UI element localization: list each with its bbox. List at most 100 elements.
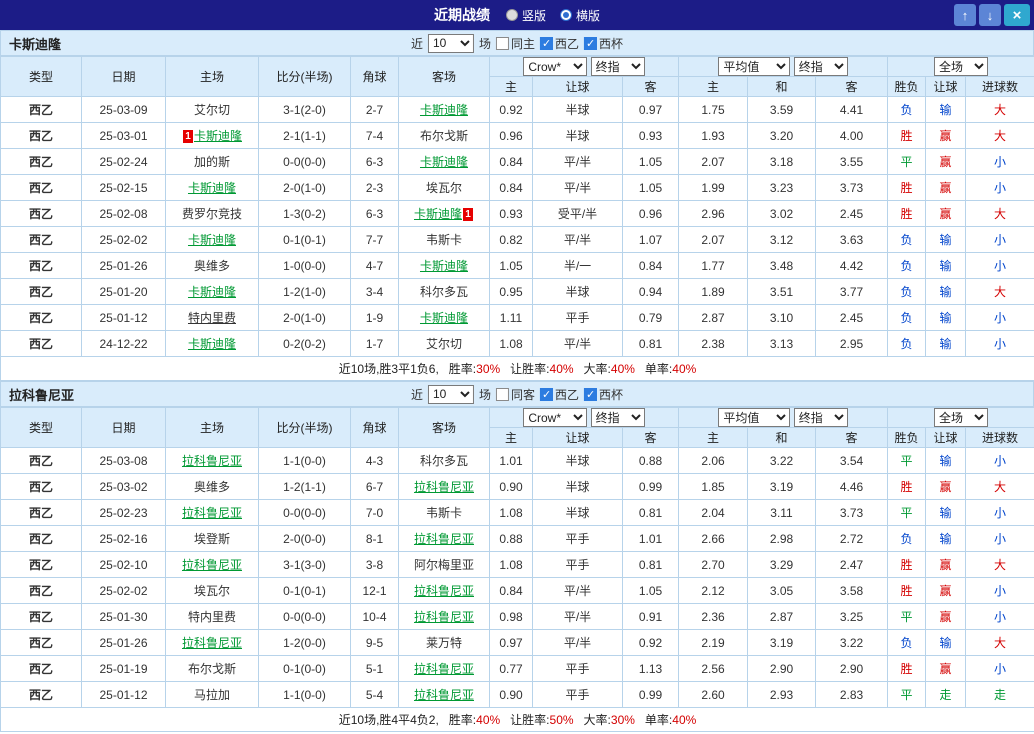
home-team-link[interactable]: 卡斯迪隆 [188,181,236,195]
asian-home-odds: 1.01 [489,447,533,474]
home-team-link[interactable]: 埃瓦尔 [194,584,230,598]
odds-company-select[interactable]: Crow* [523,408,588,427]
final-odds-select[interactable]: 终指 [590,408,645,427]
titlebar: 近期战绩 竖版 横版 ↑ ↓ × [0,0,1034,30]
away-team-link[interactable]: 韦斯卡 [426,506,462,520]
home-team-link[interactable]: 卡斯迪隆 [188,285,236,299]
home-team-link[interactable]: 特内里费 [188,610,236,624]
home-team-link[interactable]: 奥维多 [194,259,230,273]
goals-result-cell: 走 [965,681,1034,708]
away-team-cell: 拉科鲁尼亚 [398,655,490,682]
away-team-link[interactable]: 艾尔切 [426,337,462,351]
away-team-link[interactable]: 拉科鲁尼亚 [414,610,474,624]
goals-result-cell: 小 [965,174,1034,201]
away-team-cell: 艾尔切 [398,330,490,357]
home-team-link[interactable]: 卡斯迪隆 [188,337,236,351]
handicap-result-cell: 输 [925,499,967,526]
away-team-link[interactable]: 科尔多瓦 [420,454,468,468]
euro-home-odds: 2.04 [678,499,748,526]
average-odds-select[interactable]: 平均值 [718,408,791,427]
handicap-cell: 半球 [532,499,623,526]
away-team-link[interactable]: 科尔多瓦 [420,285,468,299]
corner-cell: 6-7 [350,473,399,500]
final-odds-select[interactable]: 终指 [793,408,848,427]
home-team-link[interactable]: 艾尔切 [194,103,230,117]
handicap-win-rate-stat: 让胜率:50% [510,713,574,727]
home-team-link[interactable]: 拉科鲁尼亚 [182,636,242,650]
away-team-link[interactable]: 卡斯迪隆 [420,311,468,325]
away-team-link[interactable]: 拉科鲁尼亚 [414,688,474,702]
same-away-checkbox[interactable]: 同客 [495,386,535,403]
away-team-link[interactable]: 卡斯迪隆 [420,103,468,117]
home-team-link[interactable]: 埃登斯 [194,532,230,546]
home-team-link[interactable]: 费罗尔竞技 [182,207,242,221]
corner-cell: 2-3 [350,174,399,201]
away-team-link[interactable]: 拉科鲁尼亚 [414,662,474,676]
euro-home-odds: 2.87 [678,304,748,331]
match-count-select[interactable]: 10 [427,384,474,404]
scroll-up-button[interactable]: ↑ [954,4,976,26]
euro-home-odds: 2.06 [678,447,748,474]
home-team-link[interactable]: 卡斯迪隆 [188,233,236,247]
home-team-link[interactable]: 拉科鲁尼亚 [182,506,242,520]
score-cell: 0-1(0-1) [258,226,351,253]
home-team-link[interactable]: 特内里费 [188,311,236,325]
home-team-link[interactable]: 加的斯 [194,155,230,169]
score-cell: 0-2(0-2) [258,330,351,357]
league-type-cell: 西乙 [0,122,82,149]
away-team-link[interactable]: 拉科鲁尼亚 [414,480,474,494]
average-odds-select[interactable]: 平均值 [718,57,791,76]
corner-cell: 4-3 [350,447,399,474]
away-team-cell: 拉科鲁尼亚 [398,681,490,708]
handicap-cell: 半球 [532,447,623,474]
radio-horizontal-layout[interactable]: 横版 [560,7,600,24]
handicap-result-cell: 赢 [925,577,967,604]
home-team-link[interactable]: 拉科鲁尼亚 [182,558,242,572]
home-team-link[interactable]: 奥维多 [194,480,230,494]
league-checkbox[interactable]: 西乙 [540,35,579,52]
league-type-cell: 西乙 [0,148,82,175]
league-checkbox[interactable]: 西乙 [540,386,579,403]
sub-header-goals: 进球数 [965,76,1034,97]
match-row: 西乙 25-03-02 奥维多 1-2(1-1) 6-7 拉科鲁尼亚 0.90 半球 0.99 1… [0,473,1034,500]
home-team-link[interactable]: 马拉加 [194,688,230,702]
away-team-link[interactable]: 卡斯迪隆 [420,259,468,273]
league-type-cell: 西乙 [0,278,82,305]
away-team-link[interactable]: 埃瓦尔 [426,181,462,195]
match-count-select[interactable]: 10 [427,33,474,53]
asian-home-odds: 1.11 [489,304,533,331]
home-team-cell: 拉科鲁尼亚 [165,499,259,526]
cup-checkbox[interactable]: 西杯 [584,35,623,52]
away-team-link[interactable]: 卡斯迪隆 [414,207,462,221]
close-button[interactable]: × [1004,4,1030,26]
scroll-down-button[interactable]: ↓ [979,4,1001,26]
radio-vertical-layout[interactable]: 竖版 [505,7,546,24]
away-team-link[interactable]: 拉科鲁尼亚 [414,584,474,598]
handicap-result-cell: 赢 [925,122,967,149]
near-label: 近 [410,387,423,402]
home-team-link[interactable]: 布尔戈斯 [188,662,236,676]
home-team-cell: 特内里费 [165,603,259,630]
odds-company-select[interactable]: Crow* [523,57,588,76]
same-home-checkbox[interactable]: 同主 [495,35,535,52]
cup-checkbox[interactable]: 西杯 [584,386,623,403]
home-team-link[interactable]: 拉科鲁尼亚 [182,454,242,468]
handicap-result-cell: 输 [925,252,967,279]
away-team-link[interactable]: 拉科鲁尼亚 [414,532,474,546]
fulltime-select[interactable]: 全场 [934,57,989,76]
away-team-link[interactable]: 莱万特 [426,636,462,650]
final-odds-select[interactable]: 终指 [590,57,645,76]
away-team-link[interactable]: 布尔戈斯 [420,129,468,143]
date-cell: 24-12-22 [81,330,166,357]
final-odds-select[interactable]: 终指 [793,57,848,76]
asian-home-odds: 0.77 [489,655,533,682]
away-team-link[interactable]: 韦斯卡 [426,233,462,247]
match-row: 西乙 25-01-26 拉科鲁尼亚 1-2(0-0) 9-5 莱万特 0.97 平/半 0.92… [0,629,1034,656]
away-team-link[interactable]: 阿尔梅里亚 [414,558,474,572]
euro-home-odds: 2.60 [678,681,748,708]
away-team-link[interactable]: 卡斯迪隆 [420,155,468,169]
home-team-link[interactable]: 卡斯迪隆 [194,129,242,143]
result-cell: 负 [887,96,927,123]
league-type-cell: 西乙 [0,603,82,630]
fulltime-select[interactable]: 全场 [934,408,989,427]
